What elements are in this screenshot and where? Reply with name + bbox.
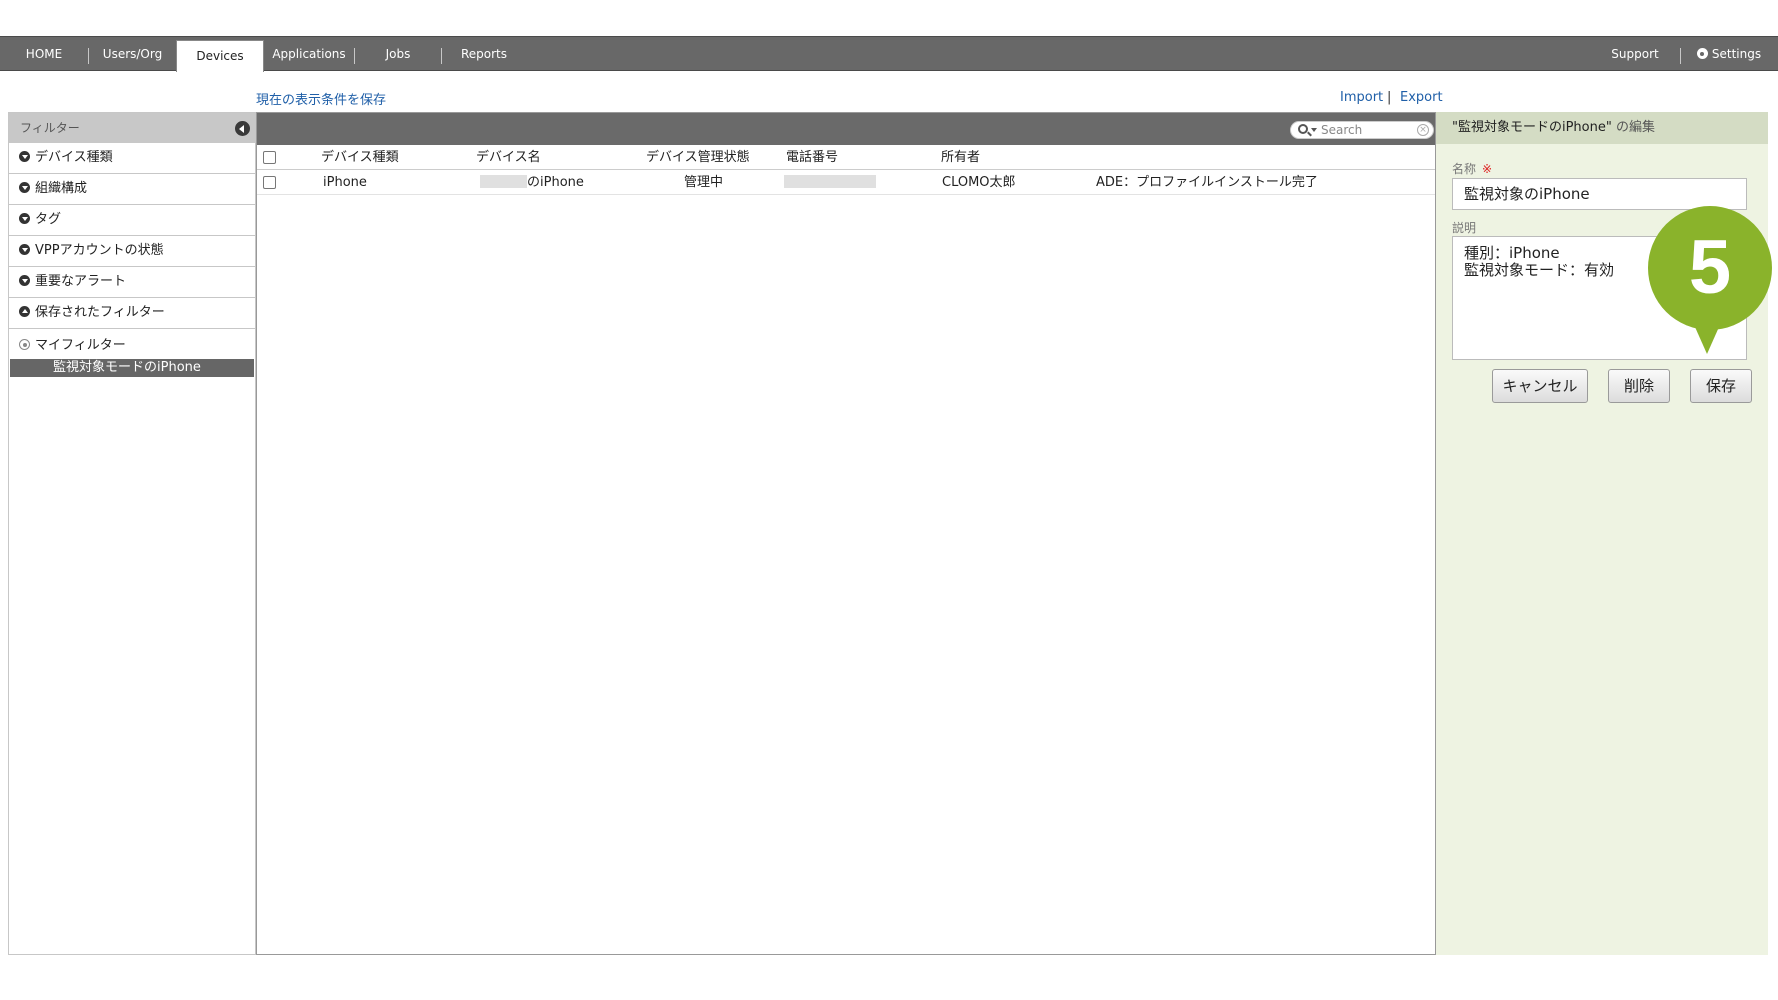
required-mark: ※ [1482,162,1493,176]
callout-pointer [1691,318,1723,354]
export-link[interactable]: Export [1400,90,1443,105]
collapse-icon[interactable] [235,121,250,136]
filter-header: フィルター [9,113,255,143]
row-checkbox[interactable] [263,176,276,189]
link-separator: | [1387,90,1392,105]
search-placeholder: Search [1321,123,1363,137]
device-table-panel: Search × デバイス種類 デバイス名 デバイス管理状態 電話番号 所有者 … [256,112,1436,955]
clear-icon[interactable]: × [1417,124,1429,136]
column-header[interactable]: デバイス種類 [321,145,399,170]
delete-button[interactable]: 削除 [1608,369,1670,403]
search-input[interactable]: Search × [1290,121,1434,139]
tab-users-org[interactable]: Users/Org [89,37,176,71]
table-header: デバイス種類 デバイス名 デバイス管理状態 電話番号 所有者 [257,145,1435,170]
settings-label: Settings [1711,47,1762,61]
expand-icon [19,275,30,286]
tab-reports[interactable]: Reports [442,37,526,71]
column-header[interactable]: 電話番号 [786,145,838,170]
settings-link[interactable]: Settings [1684,37,1774,71]
collapse-arrow-icon [19,306,30,317]
save-button[interactable]: 保存 [1690,369,1752,403]
step-callout: 5 [1648,206,1772,330]
edit-title: "監視対象モードのiPhone" [1452,120,1612,135]
filter-item-saved[interactable]: 保存されたフィルター [9,298,255,329]
filter-item-org[interactable]: 組織構成 [9,174,255,205]
column-header[interactable]: デバイス管理状態 [646,145,750,170]
name-label: 名称 ※ [1452,162,1493,176]
cell-status: 管理中 [684,175,724,190]
table-toolbar: Search × [257,113,1435,145]
cancel-button[interactable]: キャンセル [1492,369,1588,403]
cell-note: ADE：プロファイルインストール完了 [1096,175,1318,190]
select-all-checkbox[interactable] [263,151,276,164]
expand-icon [19,244,30,255]
table-row[interactable]: iPhone のiPhone 管理中 CLOMO太郎 ADE：プロファイルインス… [257,170,1435,195]
filter-item-label: 組織構成 [35,181,88,196]
my-filter-label: マイフィルター [35,338,126,353]
redacted-block [480,175,527,188]
column-header[interactable]: 所有者 [941,145,980,170]
filter-item-vpp[interactable]: VPPアカウントの状態 [9,236,255,267]
edit-title-suffix: の編集 [1615,120,1655,135]
tab-applications[interactable]: Applications [264,37,354,71]
description-label: 説明 [1452,221,1477,235]
my-filter-group[interactable]: マイフィルター [9,329,255,359]
support-link[interactable]: Support [1590,37,1680,71]
chevron-down-icon [1311,128,1317,132]
filter-item-label: タグ [35,212,62,227]
expand-icon [19,213,30,224]
filter-sidebar: フィルター デバイス種類 組織構成 タグ VPPアカウントの状態 重要なアラート… [8,112,256,955]
cell-device-type: iPhone [323,175,367,190]
save-conditions-link[interactable]: 現在の表示条件を保存 [256,89,386,108]
import-link[interactable]: Import [1340,90,1383,105]
filter-item-tag[interactable]: タグ [9,205,255,236]
filter-title: フィルター [20,121,80,135]
filter-item-label: 重要なアラート [35,274,127,289]
cell-device-name: のiPhone [480,170,584,195]
filter-item-label: 保存されたフィルター [35,305,165,320]
expand-icon [19,151,30,162]
cell-owner: CLOMO太郎 [942,175,1016,190]
tab-home[interactable]: HOME [0,37,88,71]
filter-item-label: VPPアカウントの状態 [35,243,164,258]
cell-phone [784,170,876,195]
column-header[interactable]: デバイス名 [476,145,541,170]
tab-divider [1680,48,1681,64]
filter-item-alert[interactable]: 重要なアラート [9,267,255,298]
redacted-block [784,175,876,188]
gear-icon [1696,48,1708,59]
tab-devices[interactable]: Devices [176,40,264,72]
name-input[interactable]: 監視対象のiPhone [1452,178,1747,210]
expand-icon [19,182,30,193]
top-navigation: HOME Users/Org Devices Applications Jobs… [0,36,1778,72]
edit-header: "監視対象モードのiPhone" の編集 [1436,112,1768,144]
filter-item-device-type[interactable]: デバイス種類 [9,143,255,174]
my-filter-selected[interactable]: 監視対象モードのiPhone [10,359,254,377]
radio-icon [19,339,30,350]
search-icon [1298,124,1308,134]
tab-jobs[interactable]: Jobs [355,37,441,71]
filter-item-label: デバイス種類 [35,150,113,165]
device-name-text: のiPhone [527,175,584,190]
